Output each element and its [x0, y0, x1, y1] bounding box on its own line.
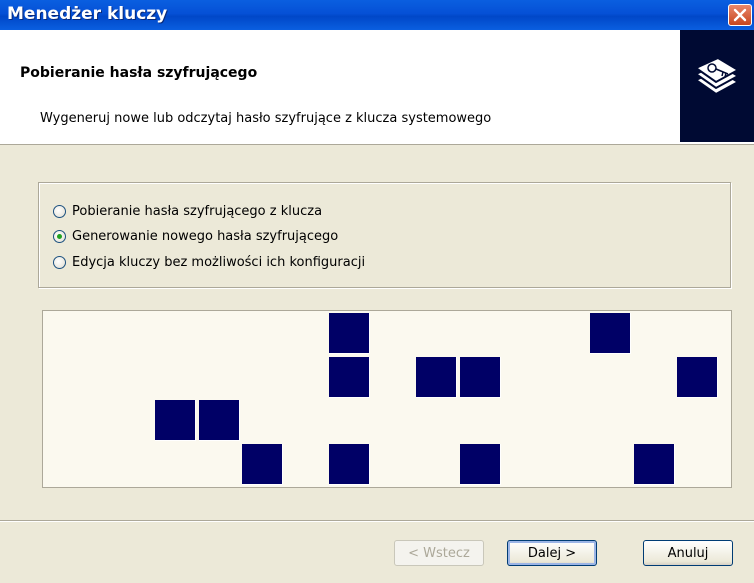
- radio-button[interactable]: [53, 204, 66, 218]
- title-bar: Menedżer kluczy: [0, 0, 754, 30]
- grid-cell-filled: [329, 313, 370, 354]
- cancel-button[interactable]: Anuluj: [643, 540, 733, 566]
- grid-cell-filled: [329, 444, 370, 485]
- option-read-from-key[interactable]: Pobieranie hasła szyfrującego z klucza: [53, 201, 322, 221]
- option-generate-new[interactable]: Generowanie nowego hasła szyfrującego: [53, 226, 338, 246]
- grid-cell-filled: [590, 313, 631, 354]
- options-group: Pobieranie hasła szyfrującego z klucza G…: [38, 182, 731, 288]
- page-title: Pobieranie hasła szyfrującego: [20, 65, 258, 81]
- close-icon: [733, 8, 747, 22]
- window-title: Menedżer kluczy: [7, 4, 168, 24]
- grid-cell-filled: [416, 357, 457, 398]
- grid-cell-filled: [242, 444, 283, 485]
- grid-cell-filled: [677, 357, 718, 398]
- grid-cell-filled: [634, 444, 675, 485]
- option-label: Edycja kluczy bez możliwości ich konfigu…: [72, 254, 366, 270]
- radio-button-selected[interactable]: [53, 229, 66, 243]
- grid-cell-filled: [460, 444, 501, 485]
- wizard-header: Pobieranie hasła szyfrującego Wygeneruj …: [0, 30, 754, 145]
- page-subtitle: Wygeneruj nowe lub odczytaj hasło szyfru…: [40, 111, 492, 126]
- option-edit-keys[interactable]: Edycja kluczy bez możliwości ich konfigu…: [53, 252, 365, 272]
- option-label: Pobieranie hasła szyfrującego z klucza: [72, 203, 323, 219]
- grid-cell-filled: [155, 400, 196, 441]
- back-button[interactable]: < Wstecz: [394, 540, 484, 566]
- random-generator-panel: [42, 310, 732, 488]
- option-label: Generowanie nowego hasła szyfrującego: [72, 228, 339, 244]
- grid-cell-filled: [329, 357, 370, 398]
- footer-divider: [0, 520, 754, 522]
- radio-button[interactable]: [53, 255, 66, 269]
- close-button[interactable]: [728, 4, 752, 26]
- grid-cell-filled: [199, 400, 240, 441]
- next-button[interactable]: Dalej >: [507, 540, 597, 566]
- keys-wizard-icon: [680, 30, 754, 142]
- grid-cell-filled: [460, 357, 501, 398]
